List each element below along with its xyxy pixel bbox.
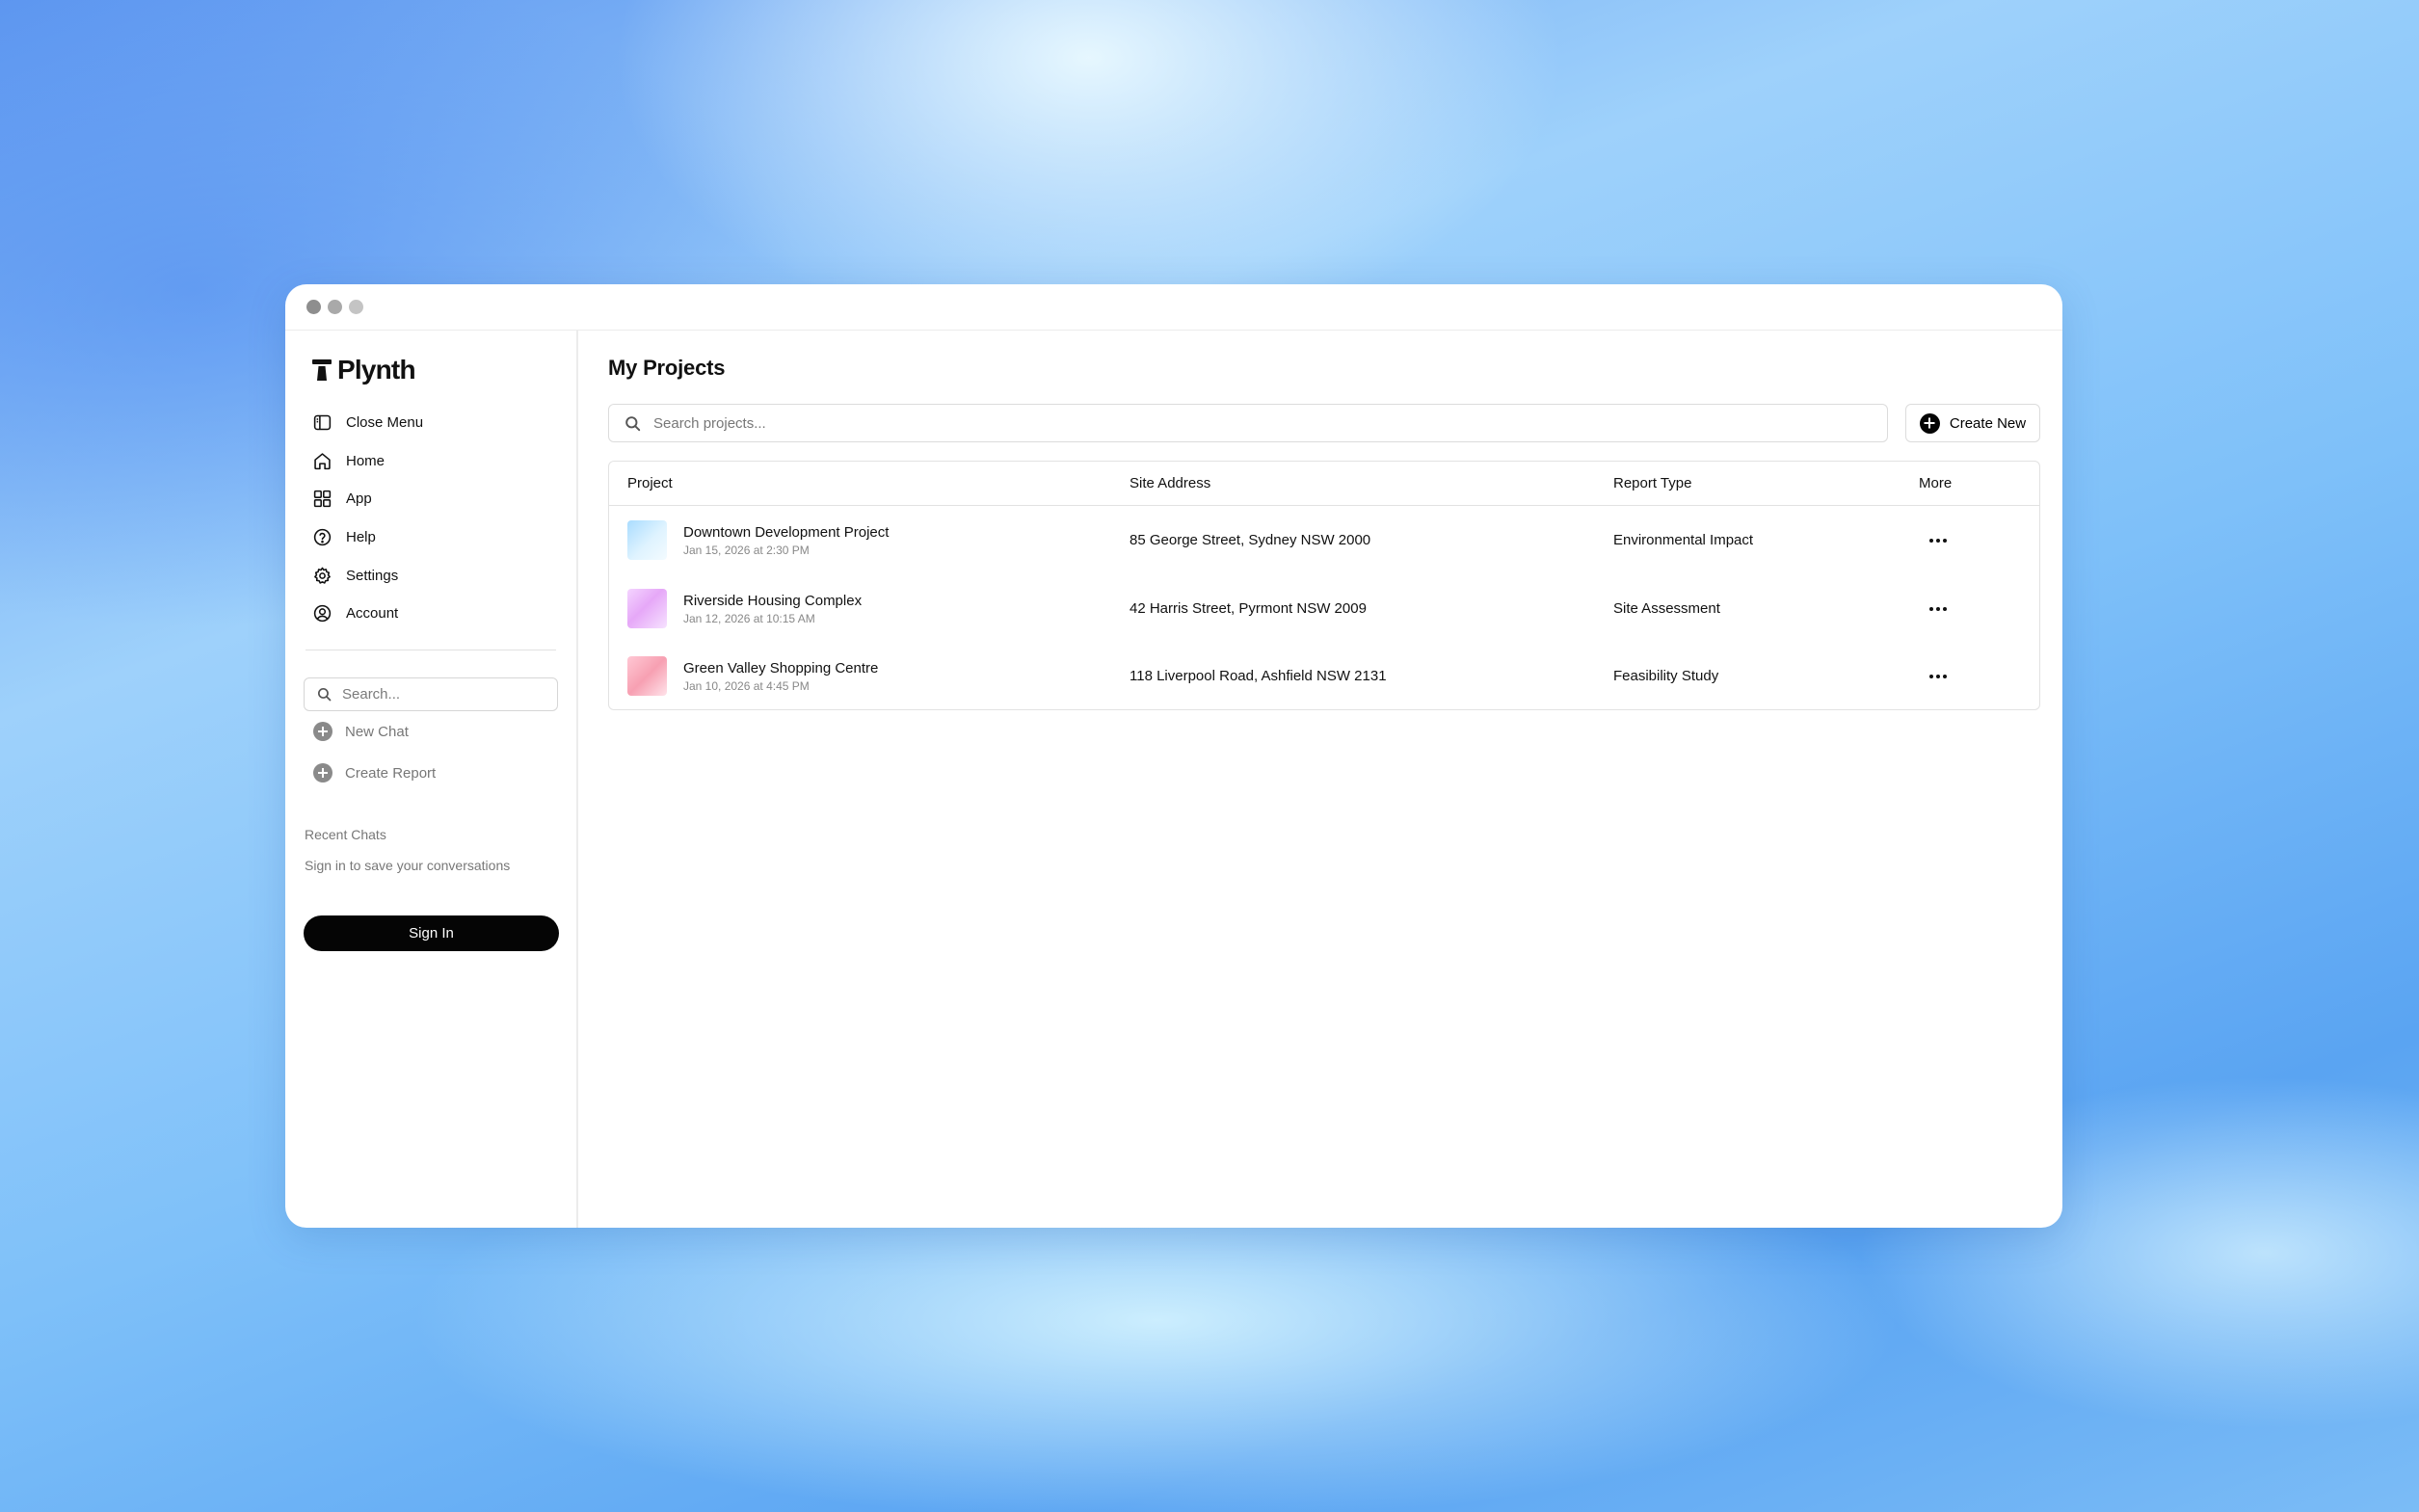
sidebar-search-input[interactable]: [342, 685, 535, 703]
window-close-button[interactable]: [306, 300, 321, 314]
new-chat-label: New Chat: [345, 723, 409, 740]
table-row[interactable]: Riverside Housing Complex Jan 12, 2026 a…: [609, 574, 2039, 643]
report-type: Environmental Impact: [1613, 532, 1754, 548]
project-cell: Riverside Housing Complex Jan 12, 2026 a…: [609, 589, 1130, 628]
project-cell: Green Valley Shopping Centre Jan 10, 202…: [609, 656, 1130, 696]
nav-item-app[interactable]: App: [304, 480, 558, 518]
column-header-more: More: [1919, 475, 1953, 491]
gear-icon: [314, 567, 331, 584]
plynth-logo-icon: [312, 359, 332, 381]
recent-chats-heading: Recent Chats: [305, 826, 386, 842]
grid-icon: [313, 491, 332, 508]
site-address: 42 Harris Street, Pyrmont NSW 2009: [1130, 600, 1367, 617]
table-row[interactable]: Downtown Development Project Jan 15, 202…: [609, 506, 2039, 574]
create-new-label: Create New: [1949, 414, 2027, 432]
nav-item-label: Account: [346, 605, 399, 623]
create-report-label: Create Report: [345, 764, 437, 782]
nav-item-help[interactable]: Help: [304, 518, 558, 557]
site-address: 85 George Street, Sydney NSW 2000: [1130, 532, 1371, 548]
user-circle-icon: [313, 605, 332, 623]
sidebar-search[interactable]: [304, 676, 558, 711]
question-circle-icon: [313, 528, 332, 546]
search-icon: [625, 415, 641, 431]
project-name: Downtown Development Project: [683, 523, 890, 541]
more-options-icon[interactable]: [1919, 667, 1947, 686]
nav-item-label: Help: [346, 529, 376, 546]
page-title: My Projects: [608, 356, 726, 380]
plus-circle-icon: [313, 722, 332, 742]
create-new-button[interactable]: Create New: [1905, 404, 2040, 442]
project-thumbnail: [627, 656, 667, 696]
plus-circle-icon: [1919, 412, 1940, 434]
nav-item-home[interactable]: Home: [304, 442, 558, 481]
project-search-input[interactable]: [653, 414, 1232, 432]
sidebar: Plynth Close Menu Home App Help Settings: [285, 331, 578, 1228]
project-thumbnail: [627, 589, 667, 628]
sign-in-button[interactable]: Sign In: [304, 915, 559, 951]
new-chat-button[interactable]: New Chat: [304, 711, 558, 753]
more-options-icon[interactable]: [1919, 599, 1947, 619]
nav-item-label: App: [346, 491, 372, 508]
column-header-project: Project: [627, 475, 673, 491]
report-type: Feasibility Study: [1613, 668, 1719, 684]
project-cell: Downtown Development Project Jan 15, 202…: [609, 520, 1130, 560]
projects-toolbar: Create New: [608, 404, 2040, 442]
window-minimize-button[interactable]: [328, 300, 342, 314]
project-name: Riverside Housing Complex: [683, 592, 863, 609]
report-type: Site Assessment: [1613, 600, 1720, 617]
nav-item-account[interactable]: Account: [304, 595, 558, 633]
table-header: Project Site Address Report Type More: [609, 462, 2039, 506]
nav-item-label: Close Menu: [346, 414, 424, 432]
recent-chats-note: Sign in to save your conversations: [305, 857, 511, 873]
nav-item-label: Settings: [346, 567, 399, 584]
project-date: Jan 15, 2026 at 2:30 PM: [683, 543, 810, 557]
projects-table: Project Site Address Report Type More Do…: [608, 461, 2040, 710]
project-name: Green Valley Shopping Centre: [683, 659, 879, 676]
more-options-icon[interactable]: [1919, 531, 1947, 550]
main-content: My Projects Create New Project Site Addr…: [578, 331, 2062, 1228]
nav-item-close-menu[interactable]: Close Menu: [304, 404, 558, 442]
brand-name: Plynth: [337, 355, 416, 385]
create-report-button[interactable]: Create Report: [304, 753, 558, 794]
table-row[interactable]: Green Valley Shopping Centre Jan 10, 202…: [609, 643, 2039, 709]
project-date: Jan 12, 2026 at 10:15 AM: [683, 611, 815, 625]
title-bar: [285, 284, 2062, 331]
window-maximize-button[interactable]: [349, 300, 363, 314]
project-date: Jan 10, 2026 at 4:45 PM: [683, 678, 810, 693]
nav-item-settings[interactable]: Settings: [304, 556, 558, 595]
app-window: Plynth Close Menu Home App Help Settings: [285, 284, 2062, 1228]
search-icon: [317, 687, 332, 701]
plus-circle-icon: [313, 763, 332, 783]
column-header-site-address: Site Address: [1130, 475, 1211, 491]
sidebar-panel-icon: [313, 415, 332, 431]
nav-item-label: Home: [346, 452, 385, 469]
home-icon: [314, 453, 331, 470]
project-thumbnail: [627, 520, 667, 560]
column-header-report-type: Report Type: [1613, 475, 1692, 491]
project-search[interactable]: [608, 404, 1888, 442]
brand-logo[interactable]: Plynth: [312, 354, 558, 386]
site-address: 118 Liverpool Road, Ashfield NSW 2131: [1130, 668, 1387, 684]
